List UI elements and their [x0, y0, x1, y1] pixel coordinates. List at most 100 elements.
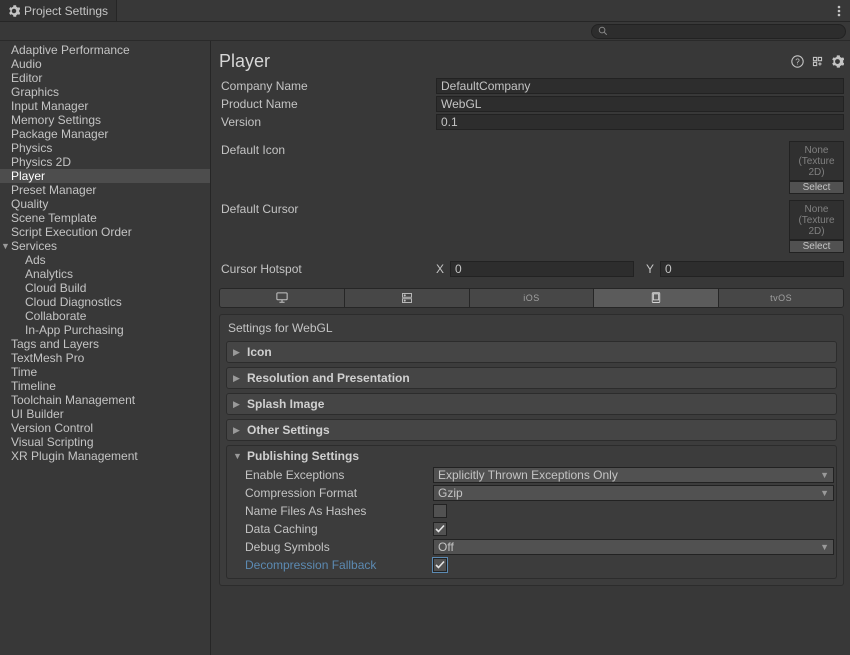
sidebar-item-label: Analytics [25, 267, 73, 281]
enable-exceptions-dropdown[interactable]: Explicitly Thrown Exceptions Only ▼ [433, 467, 834, 483]
fold-icon[interactable]: ▶ Icon [226, 341, 837, 363]
sidebar-item-label: Audio [11, 57, 42, 71]
sidebar-item-script-execution-order[interactable]: Script Execution Order [0, 225, 210, 239]
settings-sidebar[interactable]: Adaptive PerformanceAudioEditorGraphicsI… [0, 41, 211, 655]
sidebar-item-quality[interactable]: Quality [0, 197, 210, 211]
fold-other[interactable]: ▶ Other Settings [226, 419, 837, 441]
preset-icon[interactable] [810, 54, 824, 68]
sidebar-item-editor[interactable]: Editor [0, 71, 210, 85]
sidebar-item-physics[interactable]: Physics [0, 141, 210, 155]
tab-server[interactable] [345, 289, 470, 307]
sidebar-item-xr-plugin-management[interactable]: XR Plugin Management [0, 449, 210, 463]
compression-format-label: Compression Format [229, 486, 433, 500]
sidebar-item-version-control[interactable]: Version Control [0, 421, 210, 435]
svg-text:?: ? [795, 57, 800, 66]
sidebar-item-timeline[interactable]: Timeline [0, 379, 210, 393]
sidebar-item-audio[interactable]: Audio [0, 57, 210, 71]
sidebar-item-label: Preset Manager [11, 183, 96, 197]
fold-publishing[interactable]: ▼ Publishing Settings [226, 445, 837, 467]
sidebar-item-ui-builder[interactable]: UI Builder [0, 407, 210, 421]
data-caching-label: Data Caching [229, 522, 433, 536]
sidebar-item-analytics[interactable]: Analytics [0, 267, 210, 281]
sidebar-item-cloud-build[interactable]: Cloud Build [0, 281, 210, 295]
sidebar-item-preset-manager[interactable]: Preset Manager [0, 183, 210, 197]
debug-symbols-label: Debug Symbols [229, 540, 433, 554]
tab-tvos[interactable]: tvOS [719, 289, 843, 307]
sidebar-item-label: Toolchain Management [11, 393, 135, 407]
settings-for-label: Settings for WebGL [226, 319, 837, 337]
sidebar-item-adaptive-performance[interactable]: Adaptive Performance [0, 43, 210, 57]
gear-icon [8, 5, 20, 17]
sidebar-item-label: Input Manager [11, 99, 88, 113]
sidebar-item-time[interactable]: Time [0, 365, 210, 379]
chevron-down-icon: ▼ [1, 239, 10, 253]
sidebar-item-visual-scripting[interactable]: Visual Scripting [0, 435, 210, 449]
sidebar-item-label: Player [11, 169, 45, 183]
sidebar-item-input-manager[interactable]: Input Manager [0, 99, 210, 113]
chevron-down-icon: ▼ [820, 470, 829, 480]
window-menu-button[interactable] [828, 0, 850, 21]
default-cursor-slot[interactable]: None (Texture 2D) [789, 200, 844, 240]
sidebar-item-package-manager[interactable]: Package Manager [0, 127, 210, 141]
chevron-right-icon: ▶ [233, 399, 241, 410]
sidebar-item-label: Adaptive Performance [11, 43, 130, 57]
settings-gear-icon[interactable] [830, 54, 844, 68]
product-name-input[interactable] [436, 96, 844, 112]
tab-webgl[interactable] [594, 289, 719, 307]
sidebar-item-tags-and-layers[interactable]: Tags and Layers [0, 337, 210, 351]
chevron-right-icon: ▶ [233, 373, 241, 384]
webgl-icon [650, 292, 662, 304]
sidebar-item-player[interactable]: Player [0, 169, 210, 183]
titlebar: Project Settings [0, 0, 850, 22]
search-input[interactable] [591, 24, 846, 39]
sidebar-item-label: Cloud Diagnostics [25, 295, 122, 309]
cursor-x-input[interactable] [450, 261, 634, 277]
sidebar-item-memory-settings[interactable]: Memory Settings [0, 113, 210, 127]
cursor-y-label: Y [646, 262, 660, 276]
enable-exceptions-label: Enable Exceptions [229, 468, 433, 482]
decompression-fallback-label: Decompression Fallback [229, 558, 433, 572]
fold-resolution[interactable]: ▶ Resolution and Presentation [226, 367, 837, 389]
sidebar-item-label: Quality [11, 197, 48, 211]
data-caching-checkbox[interactable] [433, 522, 447, 536]
default-icon-label: Default Icon [219, 141, 436, 157]
sidebar-item-collaborate[interactable]: Collaborate [0, 309, 210, 323]
sidebar-item-ads[interactable]: Ads [0, 253, 210, 267]
tab-ios[interactable]: iOS [470, 289, 595, 307]
sidebar-item-scene-template[interactable]: Scene Template [0, 211, 210, 225]
tab-standalone[interactable] [220, 289, 345, 307]
settings-content: Player ? Company Name Product Name Versi… [211, 41, 850, 655]
company-name-input[interactable] [436, 78, 844, 94]
default-icon-select-button[interactable]: Select [789, 181, 844, 194]
sidebar-item-services[interactable]: ▼Services [0, 239, 210, 253]
decompression-fallback-checkbox[interactable] [433, 558, 447, 572]
version-input[interactable] [436, 114, 844, 130]
chevron-right-icon: ▶ [233, 425, 241, 436]
debug-symbols-dropdown[interactable]: Off ▼ [433, 539, 834, 555]
sidebar-item-label: Script Execution Order [11, 225, 132, 239]
chevron-down-icon: ▼ [820, 542, 829, 552]
sidebar-item-toolchain-management[interactable]: Toolchain Management [0, 393, 210, 407]
publishing-settings-body: Enable Exceptions Explicitly Thrown Exce… [226, 466, 837, 579]
default-cursor-select-button[interactable]: Select [789, 240, 844, 253]
window-tab[interactable]: Project Settings [0, 0, 117, 21]
sidebar-item-cloud-diagnostics[interactable]: Cloud Diagnostics [0, 295, 210, 309]
compression-format-dropdown[interactable]: Gzip ▼ [433, 485, 834, 501]
sidebar-item-physics-2d[interactable]: Physics 2D [0, 155, 210, 169]
cursor-y-input[interactable] [660, 261, 844, 277]
sidebar-item-graphics[interactable]: Graphics [0, 85, 210, 99]
sidebar-item-label: UI Builder [11, 407, 64, 421]
name-files-as-hashes-checkbox[interactable] [433, 504, 447, 518]
monitor-icon [275, 292, 289, 304]
search-icon [598, 26, 608, 36]
sidebar-item-label: Time [11, 365, 37, 379]
sidebar-item-label: Collaborate [25, 309, 86, 323]
sidebar-item-label: Package Manager [11, 127, 108, 141]
default-icon-slot[interactable]: None (Texture 2D) [789, 141, 844, 181]
page-title: Player [219, 51, 790, 72]
sidebar-item-textmesh-pro[interactable]: TextMesh Pro [0, 351, 210, 365]
help-icon[interactable]: ? [790, 54, 804, 68]
sidebar-item-label: Scene Template [11, 211, 97, 225]
sidebar-item-in-app-purchasing[interactable]: In-App Purchasing [0, 323, 210, 337]
fold-splash[interactable]: ▶ Splash Image [226, 393, 837, 415]
